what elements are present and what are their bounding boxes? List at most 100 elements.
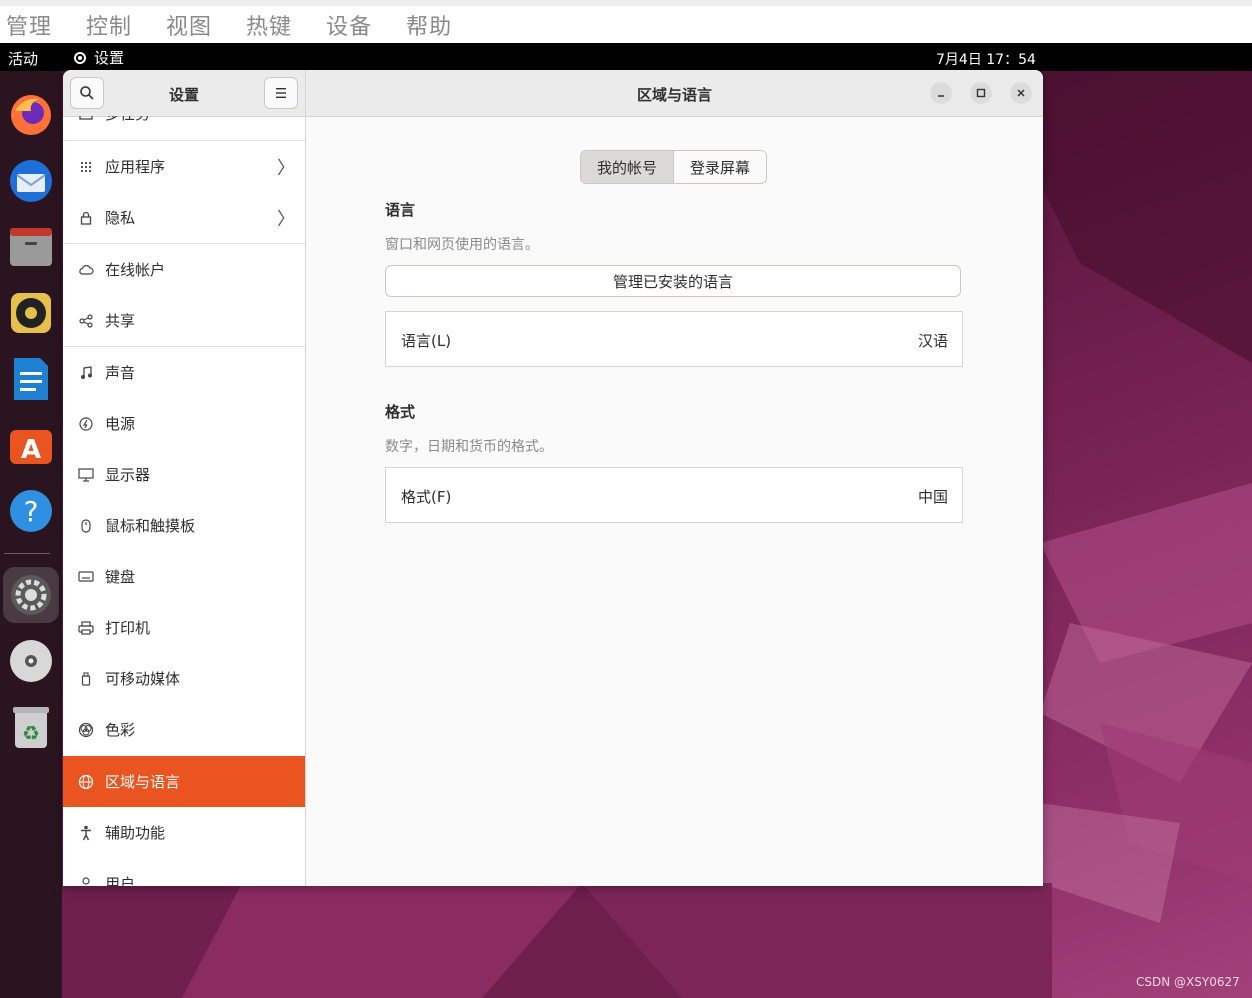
desktop: 活动 设置 7月4日 17：54 A ? ♻ 设置 应用程序 〉 隐私 〉 在线… — [0, 43, 1252, 998]
sidebar-item-multitasking[interactable]: 多任务 — [63, 116, 305, 139]
display-icon — [77, 466, 95, 484]
sidebar-item-label: 声音 — [105, 364, 136, 382]
dock-thunderbird[interactable] — [3, 153, 59, 209]
sidebar-item-apps[interactable]: 应用程序 〉 — [63, 141, 305, 192]
firefox-icon — [11, 95, 51, 135]
files-icon — [10, 228, 52, 266]
rhythmbox-icon — [11, 293, 51, 333]
activities-button[interactable]: 活动 — [8, 48, 38, 69]
dock-writer[interactable] — [3, 351, 59, 407]
svg-text:A: A — [21, 435, 41, 465]
sidebar-item-online-accounts[interactable]: 在线帐户 — [63, 244, 305, 295]
language-subtitle: 窗口和网页使用的语言。 — [385, 237, 539, 253]
vm-menu-hotkeys[interactable]: 热键 — [246, 9, 292, 41]
account-switcher: 我的帐号 登录屏幕 — [580, 150, 768, 184]
dock-trash[interactable]: ♻ — [3, 699, 59, 755]
watermark: CSDN @XSY0627 — [1136, 975, 1240, 989]
apps-grid-icon — [77, 158, 95, 176]
main-header: 区域与语言 — [306, 70, 1043, 117]
dock-app-center[interactable]: A — [3, 417, 59, 473]
sidebar-item-printers[interactable]: 打印机 — [63, 602, 305, 653]
multitask-icon — [77, 116, 95, 123]
manage-languages-button[interactable]: 管理已安装的语言 — [385, 265, 961, 297]
cloud-icon — [77, 261, 95, 279]
dock-rhythmbox[interactable] — [3, 285, 59, 341]
language-heading: 语言 — [385, 201, 416, 219]
sidebar-item-label: 多任务 — [105, 116, 150, 124]
language-row[interactable]: 语言(L) 汉语 — [385, 311, 963, 367]
tab-my-account[interactable]: 我的帐号 — [581, 151, 674, 183]
menu-button[interactable] — [264, 77, 298, 109]
sidebar-item-sharing[interactable]: 共享 — [63, 295, 305, 346]
sidebar-item-label: 在线帐户 — [105, 261, 166, 279]
sidebar-item-label: 用户 — [105, 875, 136, 886]
formats-subtitle: 数字，日期和货币的格式。 — [385, 439, 553, 455]
dock-firefox[interactable] — [3, 87, 59, 143]
clock[interactable]: 7月4日 17：54 — [936, 49, 1036, 69]
sidebar-header: 设置 — [63, 70, 305, 117]
wallpaper-lower — [62, 883, 1052, 998]
dock-help[interactable]: ? — [3, 483, 59, 539]
dock-dvd[interactable] — [3, 633, 59, 689]
sidebar-item-label: 应用程序 — [105, 158, 166, 176]
thunderbird-icon — [10, 160, 52, 202]
printer-icon — [77, 619, 95, 637]
sidebar-item-region-language[interactable]: 区域与语言 — [63, 756, 305, 807]
minimize-button[interactable] — [930, 82, 952, 104]
vm-menu-view[interactable]: 视图 — [166, 9, 212, 41]
trash-icon: ♻ — [13, 707, 49, 748]
accessibility-icon — [77, 824, 95, 842]
sidebar-item-removable-media[interactable]: 可移动媒体 — [63, 653, 305, 704]
close-button[interactable] — [1010, 82, 1032, 104]
sidebar-item-accessibility[interactable]: 辅助功能 — [63, 807, 305, 858]
region-language-panel: 我的帐号 登录屏幕 语言 窗口和网页使用的语言。 管理已安装的语言 语言(L) … — [306, 117, 1043, 886]
sidebar-item-power[interactable]: 电源 — [63, 398, 305, 449]
chevron-right-icon: 〉 — [277, 208, 295, 230]
share-icon — [77, 312, 95, 330]
settings-icon — [11, 575, 51, 615]
sidebar-item-label: 区域与语言 — [105, 773, 181, 791]
sidebar-item-label: 隐私 — [105, 209, 136, 227]
vm-menu-control[interactable]: 控制 — [86, 9, 132, 41]
settings-window: 设置 多任务 应用程序 — [63, 70, 1043, 886]
sidebar-item-mouse[interactable]: 鼠标和触摸板 — [63, 500, 305, 551]
help-icon: ? — [10, 490, 52, 532]
dock-separator — [4, 553, 50, 554]
dock: A ? ♻ — [0, 71, 62, 998]
chevron-right-icon: 〉 — [277, 157, 295, 179]
app-center-icon: A — [10, 430, 52, 465]
svg-text:?: ? — [24, 495, 39, 528]
sidebar-item-keyboard[interactable]: 键盘 — [63, 551, 305, 602]
sidebar-item-color[interactable]: 色彩 — [63, 704, 305, 755]
sidebar-item-sound[interactable]: 声音 — [63, 347, 305, 398]
gnome-top-bar: 活动 设置 7月4日 17：54 — [0, 43, 1252, 71]
keyboard-icon — [77, 568, 95, 586]
app-menu[interactable]: 设置 — [72, 47, 124, 68]
vm-menubar: 管理 控制 视图 热键 设备 帮助 — [0, 0, 1252, 43]
sidebar-item-label: 色彩 — [105, 721, 136, 739]
close-icon — [1017, 89, 1025, 97]
globe-icon — [77, 773, 95, 791]
formats-row-value: 中国 — [917, 488, 948, 506]
color-icon — [77, 721, 95, 739]
sidebar-item-users[interactable]: 用户 — [63, 858, 305, 886]
sidebar-item-privacy[interactable]: 隐私 〉 — [63, 192, 305, 243]
sidebar-item-label: 打印机 — [105, 619, 151, 637]
language-row-value: 汉语 — [917, 332, 948, 350]
dock-files[interactable] — [3, 219, 59, 275]
sidebar-item-displays[interactable]: 显示器 — [63, 449, 305, 500]
sidebar-item-label: 键盘 — [105, 568, 136, 586]
sidebar-list[interactable]: 多任务 应用程序 〉 隐私 〉 — [63, 116, 305, 886]
sidebar-item-label: 辅助功能 — [105, 824, 166, 842]
sidebar-item-label: 共享 — [105, 312, 136, 330]
tab-login-screen[interactable]: 登录屏幕 — [673, 151, 767, 183]
dock-settings[interactable] — [3, 567, 59, 623]
formats-row-label: 格式(F) — [401, 488, 452, 506]
formats-row[interactable]: 格式(F) 中国 — [385, 467, 963, 523]
mouse-icon — [77, 517, 95, 535]
vm-menu-help[interactable]: 帮助 — [406, 9, 452, 41]
maximize-button[interactable] — [970, 82, 992, 104]
vm-menu-manage[interactable]: 管理 — [6, 9, 52, 41]
vm-menu-devices[interactable]: 设备 — [326, 9, 372, 41]
sidebar: 设置 多任务 应用程序 — [63, 70, 306, 886]
